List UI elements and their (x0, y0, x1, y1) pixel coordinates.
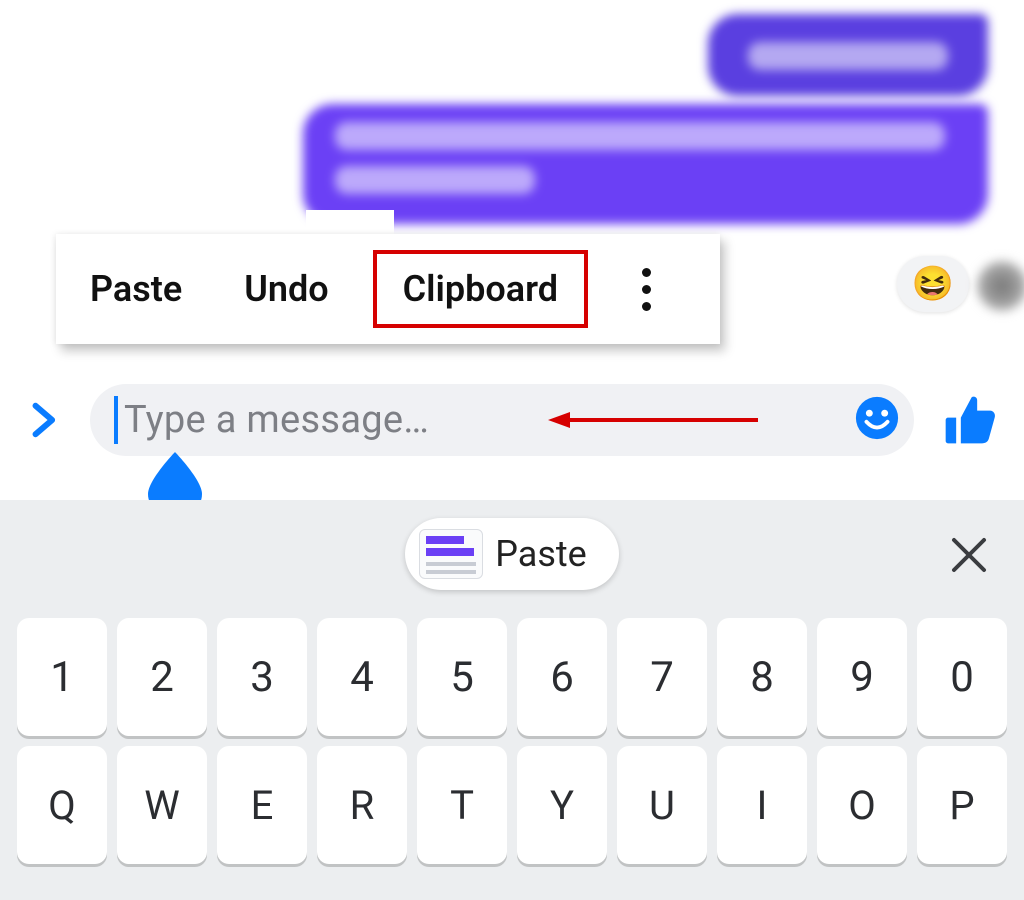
outgoing-message-bubble[interactable] (708, 14, 988, 96)
text-caret (114, 396, 118, 444)
key-8[interactable]: 8 (717, 618, 807, 736)
key-w[interactable]: W (117, 746, 207, 864)
redacted-text (748, 42, 948, 70)
redacted-text (335, 166, 535, 194)
emoji-picker-icon[interactable] (854, 395, 900, 445)
key-p[interactable]: P (917, 746, 1007, 864)
message-reaction[interactable]: 😆 (897, 256, 969, 312)
virtual-keyboard: Paste 1234567890 QWERTYUIOP (0, 500, 1024, 900)
annotation-arrow (548, 410, 758, 430)
message-input[interactable]: Type a message… (90, 384, 914, 456)
text-context-menu: Paste Undo Clipboard (56, 234, 720, 344)
key-y[interactable]: Y (517, 746, 607, 864)
key-u[interactable]: U (617, 746, 707, 864)
keyboard-dismiss-icon[interactable] (948, 534, 990, 580)
key-7[interactable]: 7 (617, 618, 707, 736)
key-4[interactable]: 4 (317, 618, 407, 736)
key-e[interactable]: E (217, 746, 307, 864)
key-5[interactable]: 5 (417, 618, 507, 736)
key-6[interactable]: 6 (517, 618, 607, 736)
key-9[interactable]: 9 (817, 618, 907, 736)
annotation-highlight-box: Clipboard (373, 250, 588, 328)
redacted-text (335, 122, 945, 150)
chat-area: 😆 Paste Undo Clipboard Type a message… (0, 0, 1024, 500)
key-t[interactable]: T (417, 746, 507, 864)
keyboard-suggestion-row: Paste (0, 500, 1024, 608)
key-r[interactable]: R (317, 746, 407, 864)
outgoing-message-bubble[interactable] (303, 104, 988, 224)
keyboard-number-row: 1234567890 (0, 608, 1024, 736)
key-q[interactable]: Q (17, 746, 107, 864)
expand-chevron-icon[interactable] (0, 401, 90, 439)
key-3[interactable]: 3 (217, 618, 307, 736)
context-menu-more-icon[interactable] (642, 268, 651, 311)
keyboard-letter-row: QWERTYUIOP (0, 736, 1024, 864)
key-0[interactable]: 0 (917, 618, 1007, 736)
key-i[interactable]: I (717, 746, 807, 864)
message-placeholder: Type a message… (124, 398, 429, 442)
key-2[interactable]: 2 (117, 618, 207, 736)
clipboard-preview-thumbnail-icon (419, 529, 483, 579)
paste-chip-label: Paste (495, 533, 587, 575)
thumbs-up-icon[interactable] (914, 392, 1024, 448)
key-1[interactable]: 1 (17, 618, 107, 736)
keyboard-paste-suggestion[interactable]: Paste (405, 518, 619, 590)
key-o[interactable]: O (817, 746, 907, 864)
context-menu-clipboard[interactable]: Clipboard (403, 268, 558, 310)
laughing-emoji-icon: 😆 (912, 264, 954, 304)
avatar (976, 260, 1024, 312)
context-menu-undo[interactable]: Undo (244, 268, 328, 310)
message-input-bar: Type a message… (0, 380, 1024, 460)
context-menu-paste[interactable]: Paste (90, 268, 182, 310)
